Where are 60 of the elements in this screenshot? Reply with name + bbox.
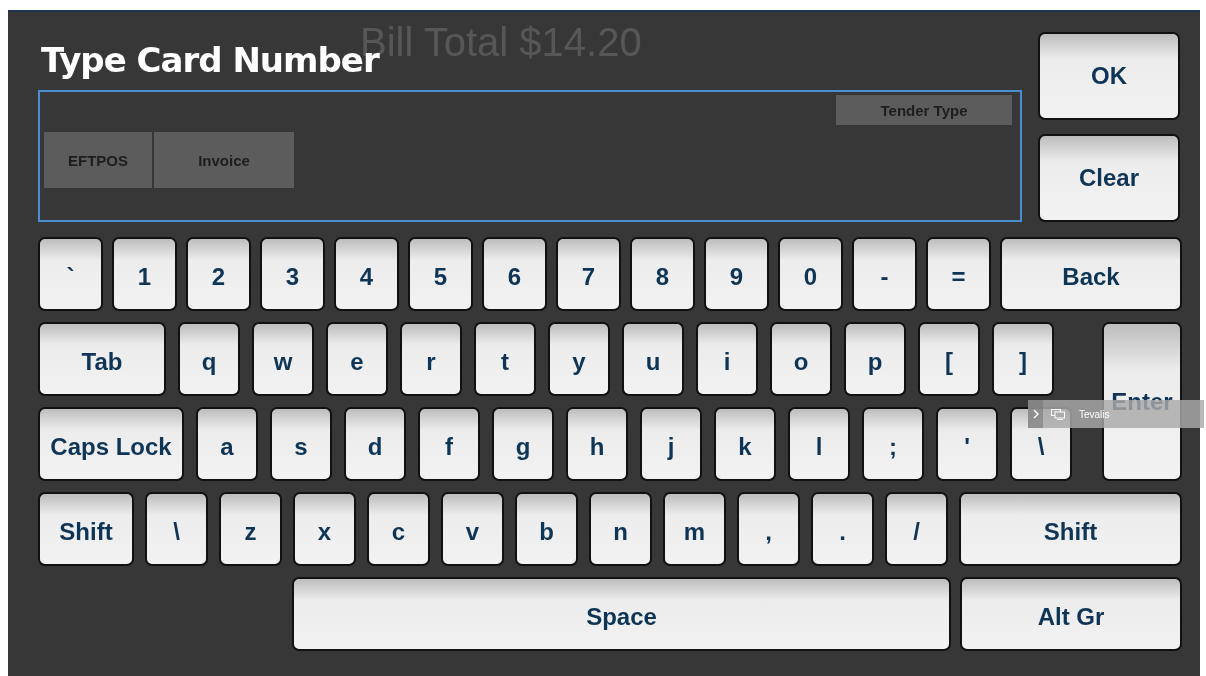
key[interactable]: 4 (334, 237, 399, 311)
key[interactable]: n (589, 492, 652, 566)
key[interactable]: i (696, 322, 758, 396)
key[interactable]: y (548, 322, 610, 396)
key[interactable]: k (714, 407, 776, 481)
key[interactable]: , (737, 492, 800, 566)
key[interactable]: - (852, 237, 917, 311)
key[interactable]: 5 (408, 237, 473, 311)
key[interactable]: ' (936, 407, 998, 481)
key[interactable]: [ (918, 322, 980, 396)
chevron-icon[interactable] (1032, 409, 1039, 419)
key[interactable]: o (770, 322, 832, 396)
clear-button[interactable]: Clear (1038, 134, 1180, 222)
key[interactable]: u (622, 322, 684, 396)
key[interactable]: s (270, 407, 332, 481)
caps-lock-key[interactable]: Caps Lock (38, 407, 184, 481)
key[interactable]: b (515, 492, 578, 566)
key[interactable]: d (344, 407, 406, 481)
key[interactable]: 9 (704, 237, 769, 311)
key[interactable]: ; (862, 407, 924, 481)
key[interactable]: h (566, 407, 628, 481)
key[interactable]: f (418, 407, 480, 481)
key[interactable]: e (326, 322, 388, 396)
key[interactable]: / (885, 492, 948, 566)
space-key[interactable]: Space (292, 577, 951, 651)
shift-key[interactable]: Shift (959, 492, 1182, 566)
alt-gr-key[interactable]: Alt Gr (960, 577, 1182, 651)
key[interactable]: ] (992, 322, 1054, 396)
key[interactable]: g (492, 407, 554, 481)
key[interactable]: 0 (778, 237, 843, 311)
key[interactable]: z (219, 492, 282, 566)
key[interactable]: ` (38, 237, 103, 311)
key[interactable]: c (367, 492, 430, 566)
key[interactable]: p (844, 322, 906, 396)
key[interactable]: . (811, 492, 874, 566)
key[interactable]: x (293, 492, 356, 566)
ok-button[interactable]: OK (1038, 32, 1180, 120)
key[interactable]: a (196, 407, 258, 481)
shift-key[interactable]: Shift (38, 492, 134, 566)
key[interactable]: w (252, 322, 314, 396)
key[interactable]: 6 (482, 237, 547, 311)
app-name: Tevalis (1079, 408, 1110, 420)
key[interactable]: \ (145, 492, 208, 566)
key[interactable]: 1 (112, 237, 177, 311)
key[interactable]: 3 (260, 237, 325, 311)
backspace-key[interactable]: Back (1000, 237, 1182, 311)
monitor-icon (1051, 408, 1065, 420)
key[interactable]: = (926, 237, 991, 311)
key[interactable]: t (474, 322, 536, 396)
key[interactable]: 7 (556, 237, 621, 311)
key[interactable]: q (178, 322, 240, 396)
key[interactable]: m (663, 492, 726, 566)
key[interactable]: 8 (630, 237, 695, 311)
key[interactable]: 2 (186, 237, 251, 311)
tab-key[interactable]: Tab (38, 322, 166, 396)
column-header: Tender Type (836, 95, 1012, 125)
key[interactable]: l (788, 407, 850, 481)
key[interactable]: v (441, 492, 504, 566)
key[interactable]: j (640, 407, 702, 481)
key[interactable]: r (400, 322, 462, 396)
